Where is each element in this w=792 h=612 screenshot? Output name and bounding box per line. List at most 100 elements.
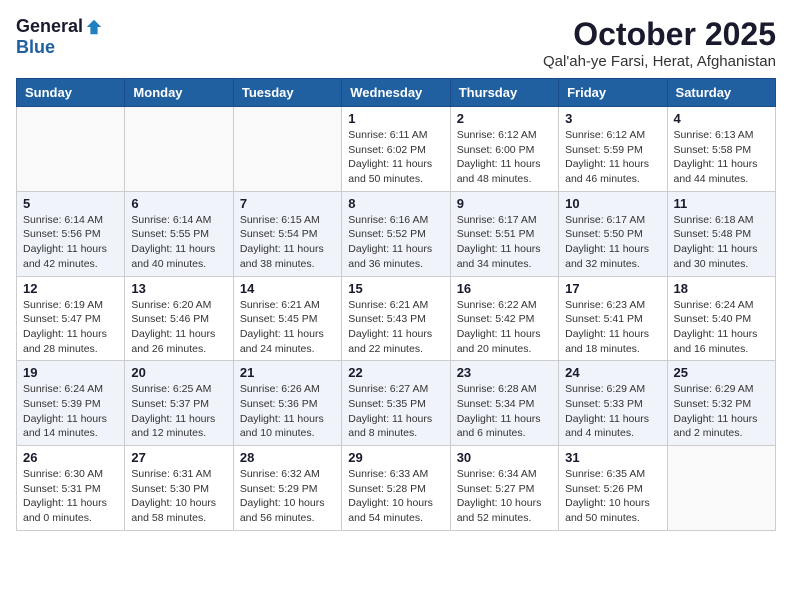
day-number: 24	[565, 365, 660, 380]
day-number: 25	[674, 365, 769, 380]
calendar-day-cell: 17 Sunrise: 6:23 AM Sunset: 5:41 PM Dayli…	[559, 276, 667, 361]
calendar-day-cell: 4 Sunrise: 6:13 AM Sunset: 5:58 PM Daylig…	[667, 107, 775, 192]
day-info: Sunrise: 6:23 AM Sunset: 5:41 PM Dayligh…	[565, 298, 660, 357]
day-info: Sunrise: 6:16 AM Sunset: 5:52 PM Dayligh…	[348, 213, 443, 272]
calendar-week-row: 1 Sunrise: 6:11 AM Sunset: 6:02 PM Daylig…	[17, 107, 776, 192]
day-number: 9	[457, 196, 552, 211]
calendar-day-cell: 9 Sunrise: 6:17 AM Sunset: 5:51 PM Daylig…	[450, 191, 558, 276]
calendar-day-cell: 31 Sunrise: 6:35 AM Sunset: 5:26 PM Dayli…	[559, 446, 667, 531]
day-number: 16	[457, 281, 552, 296]
calendar-day-cell: 23 Sunrise: 6:28 AM Sunset: 5:34 PM Dayli…	[450, 361, 558, 446]
day-number: 6	[131, 196, 226, 211]
logo-icon	[85, 18, 103, 36]
calendar-empty-cell	[667, 446, 775, 531]
day-number: 17	[565, 281, 660, 296]
day-number: 7	[240, 196, 335, 211]
day-info: Sunrise: 6:31 AM Sunset: 5:30 PM Dayligh…	[131, 467, 226, 526]
day-info: Sunrise: 6:15 AM Sunset: 5:54 PM Dayligh…	[240, 213, 335, 272]
day-info: Sunrise: 6:18 AM Sunset: 5:48 PM Dayligh…	[674, 213, 769, 272]
weekday-header-sunday: Sunday	[17, 79, 125, 107]
day-info: Sunrise: 6:19 AM Sunset: 5:47 PM Dayligh…	[23, 298, 118, 357]
day-info: Sunrise: 6:29 AM Sunset: 5:33 PM Dayligh…	[565, 382, 660, 441]
day-info: Sunrise: 6:26 AM Sunset: 5:36 PM Dayligh…	[240, 382, 335, 441]
day-info: Sunrise: 6:17 AM Sunset: 5:50 PM Dayligh…	[565, 213, 660, 272]
day-info: Sunrise: 6:34 AM Sunset: 5:27 PM Dayligh…	[457, 467, 552, 526]
month-title: October 2025	[543, 16, 776, 53]
logo-blue: Blue	[16, 37, 55, 58]
calendar-day-cell: 7 Sunrise: 6:15 AM Sunset: 5:54 PM Daylig…	[233, 191, 341, 276]
calendar-day-cell: 6 Sunrise: 6:14 AM Sunset: 5:55 PM Daylig…	[125, 191, 233, 276]
day-number: 27	[131, 450, 226, 465]
day-number: 8	[348, 196, 443, 211]
calendar-day-cell: 24 Sunrise: 6:29 AM Sunset: 5:33 PM Dayli…	[559, 361, 667, 446]
calendar-empty-cell	[125, 107, 233, 192]
calendar-day-cell: 25 Sunrise: 6:29 AM Sunset: 5:32 PM Dayli…	[667, 361, 775, 446]
calendar-day-cell: 8 Sunrise: 6:16 AM Sunset: 5:52 PM Daylig…	[342, 191, 450, 276]
calendar-week-row: 5 Sunrise: 6:14 AM Sunset: 5:56 PM Daylig…	[17, 191, 776, 276]
day-info: Sunrise: 6:12 AM Sunset: 5:59 PM Dayligh…	[565, 128, 660, 187]
calendar-day-cell: 30 Sunrise: 6:34 AM Sunset: 5:27 PM Dayli…	[450, 446, 558, 531]
calendar-empty-cell	[17, 107, 125, 192]
weekday-header-monday: Monday	[125, 79, 233, 107]
day-number: 31	[565, 450, 660, 465]
day-number: 4	[674, 111, 769, 126]
calendar-day-cell: 11 Sunrise: 6:18 AM Sunset: 5:48 PM Dayli…	[667, 191, 775, 276]
calendar-day-cell: 16 Sunrise: 6:22 AM Sunset: 5:42 PM Dayli…	[450, 276, 558, 361]
calendar-day-cell: 21 Sunrise: 6:26 AM Sunset: 5:36 PM Dayli…	[233, 361, 341, 446]
calendar-day-cell: 3 Sunrise: 6:12 AM Sunset: 5:59 PM Daylig…	[559, 107, 667, 192]
day-info: Sunrise: 6:29 AM Sunset: 5:32 PM Dayligh…	[674, 382, 769, 441]
calendar-day-cell: 1 Sunrise: 6:11 AM Sunset: 6:02 PM Daylig…	[342, 107, 450, 192]
day-info: Sunrise: 6:21 AM Sunset: 5:43 PM Dayligh…	[348, 298, 443, 357]
weekday-header-saturday: Saturday	[667, 79, 775, 107]
calendar-day-cell: 10 Sunrise: 6:17 AM Sunset: 5:50 PM Dayli…	[559, 191, 667, 276]
day-number: 11	[674, 196, 769, 211]
calendar-day-cell: 29 Sunrise: 6:33 AM Sunset: 5:28 PM Dayli…	[342, 446, 450, 531]
day-number: 26	[23, 450, 118, 465]
day-info: Sunrise: 6:13 AM Sunset: 5:58 PM Dayligh…	[674, 128, 769, 187]
day-number: 12	[23, 281, 118, 296]
calendar-day-cell: 12 Sunrise: 6:19 AM Sunset: 5:47 PM Dayli…	[17, 276, 125, 361]
day-number: 10	[565, 196, 660, 211]
day-number: 29	[348, 450, 443, 465]
day-number: 3	[565, 111, 660, 126]
day-info: Sunrise: 6:28 AM Sunset: 5:34 PM Dayligh…	[457, 382, 552, 441]
calendar-day-cell: 28Sunrise: 6:32 AM Sunset: 5:29 PM Dayli…	[233, 446, 341, 531]
location-title: Qal'ah-ye Farsi, Herat, Afghanistan	[543, 53, 776, 70]
day-info: Sunrise: 6:30 AM Sunset: 5:31 PM Dayligh…	[23, 467, 118, 526]
calendar-day-cell: 14Sunrise: 6:21 AM Sunset: 5:45 PM Dayli…	[233, 276, 341, 361]
page-header: General Blue October 2025 Qal'ah-ye Fars…	[16, 16, 776, 70]
calendar-day-cell: 26 Sunrise: 6:30 AM Sunset: 5:31 PM Dayli…	[17, 446, 125, 531]
day-number: 23	[457, 365, 552, 380]
calendar-week-row: 12 Sunrise: 6:19 AM Sunset: 5:47 PM Dayli…	[17, 276, 776, 361]
calendar-day-cell: 13Sunrise: 6:20 AM Sunset: 5:46 PM Dayli…	[125, 276, 233, 361]
calendar-day-cell: 20 Sunrise: 6:25 AM Sunset: 5:37 PM Dayli…	[125, 361, 233, 446]
logo: General Blue	[16, 16, 103, 58]
day-info: Sunrise: 6:14 AM Sunset: 5:55 PM Dayligh…	[131, 213, 226, 272]
calendar-day-cell: 19Sunrise: 6:24 AM Sunset: 5:39 PM Dayli…	[17, 361, 125, 446]
day-number: 13	[131, 281, 226, 296]
day-info: Sunrise: 6:33 AM Sunset: 5:28 PM Dayligh…	[348, 467, 443, 526]
day-info: Sunrise: 6:35 AM Sunset: 5:26 PM Dayligh…	[565, 467, 660, 526]
day-number: 21	[240, 365, 335, 380]
weekday-header-friday: Friday	[559, 79, 667, 107]
calendar-day-cell: 15 Sunrise: 6:21 AM Sunset: 5:43 PM Dayli…	[342, 276, 450, 361]
calendar-day-cell: 18Sunrise: 6:24 AM Sunset: 5:40 PM Dayli…	[667, 276, 775, 361]
weekday-header-thursday: Thursday	[450, 79, 558, 107]
day-info: Sunrise: 6:22 AM Sunset: 5:42 PM Dayligh…	[457, 298, 552, 357]
day-number: 30	[457, 450, 552, 465]
weekday-header-tuesday: Tuesday	[233, 79, 341, 107]
day-info: Sunrise: 6:32 AM Sunset: 5:29 PM Dayligh…	[240, 467, 335, 526]
day-number: 5	[23, 196, 118, 211]
day-number: 22	[348, 365, 443, 380]
day-number: 2	[457, 111, 552, 126]
day-info: Sunrise: 6:24 AM Sunset: 5:39 PM Dayligh…	[23, 382, 118, 441]
day-info: Sunrise: 6:17 AM Sunset: 5:51 PM Dayligh…	[457, 213, 552, 272]
day-number: 20	[131, 365, 226, 380]
day-info: Sunrise: 6:25 AM Sunset: 5:37 PM Dayligh…	[131, 382, 226, 441]
calendar-day-cell: 2Sunrise: 6:12 AM Sunset: 6:00 PM Daylig…	[450, 107, 558, 192]
day-info: Sunrise: 6:11 AM Sunset: 6:02 PM Dayligh…	[348, 128, 443, 187]
day-info: Sunrise: 6:14 AM Sunset: 5:56 PM Dayligh…	[23, 213, 118, 272]
day-info: Sunrise: 6:21 AM Sunset: 5:45 PM Dayligh…	[240, 298, 335, 357]
day-number: 1	[348, 111, 443, 126]
day-number: 15	[348, 281, 443, 296]
